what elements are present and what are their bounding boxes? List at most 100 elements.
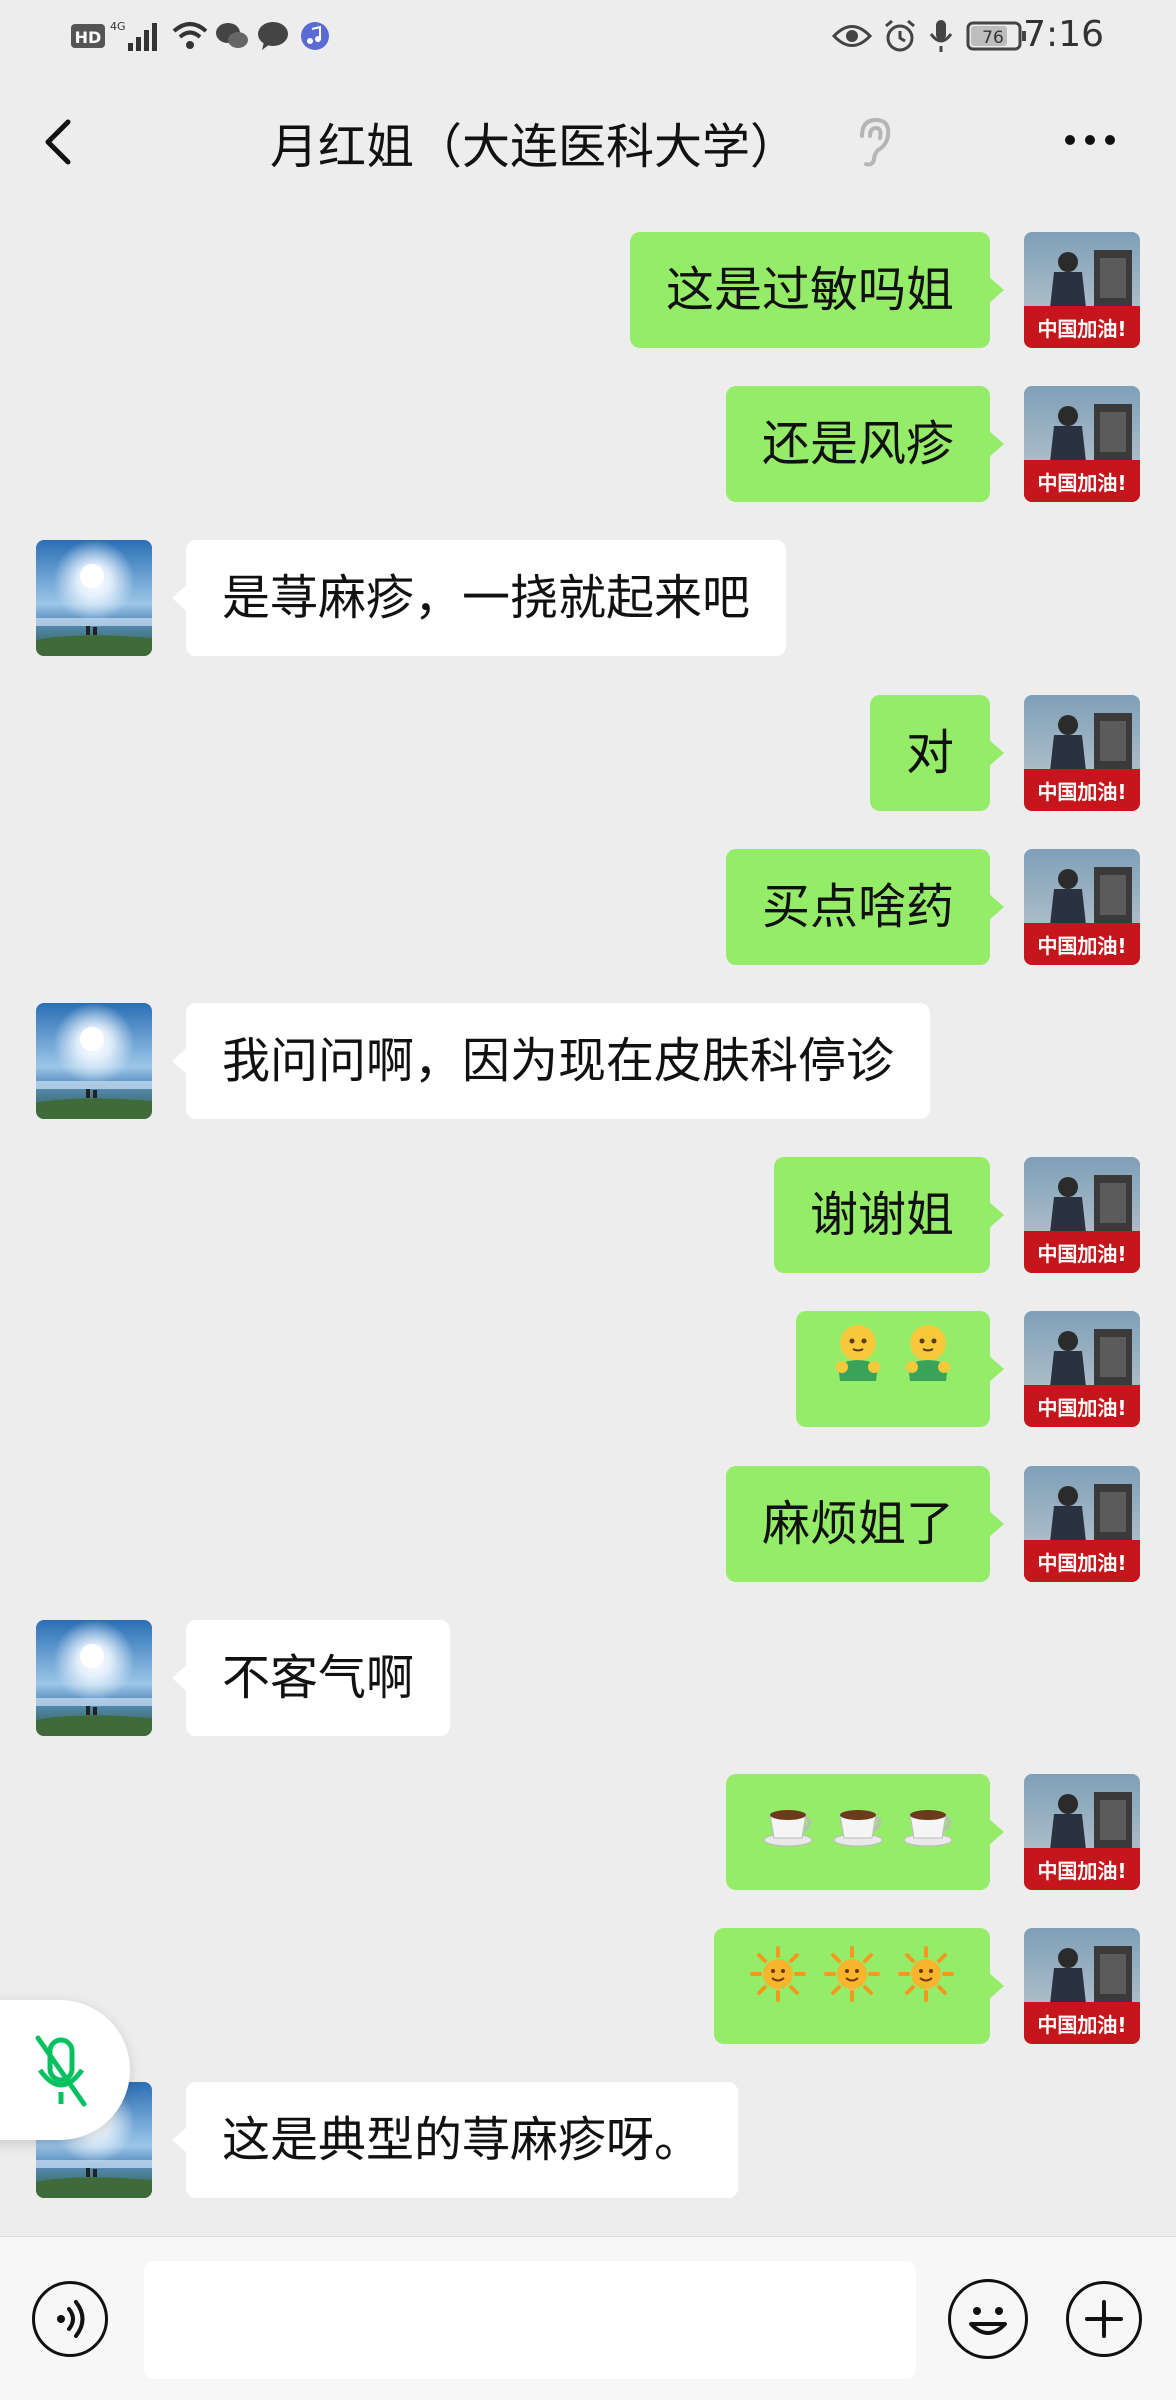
received-message-bubble[interactable]: 我问问啊，因为现在皮肤科停诊 <box>171 1003 931 1119</box>
sent-message-bubble[interactable]: 对 <box>869 695 1005 811</box>
hd-badge: HD <box>70 16 106 56</box>
my-avatar[interactable]: 中国加油! <box>1024 849 1140 965</box>
svg-text:HD: HD <box>75 28 102 47</box>
wifi-icon <box>170 16 210 56</box>
sent-message-bubble[interactable]: 麻烦姐了 <box>725 1466 1005 1582</box>
my-avatar[interactable]: 中国加油! <box>1024 1157 1140 1273</box>
message-row: 麻烦姐了中国加油! <box>0 1466 1176 1582</box>
plus-icon <box>1085 2300 1123 2338</box>
chevron-left-icon <box>45 119 71 165</box>
my-avatar[interactable]: 中国加油! <box>1024 695 1140 811</box>
sent-message-bubble[interactable] <box>796 1311 1004 1427</box>
message-text: 这是典型的荨麻疹呀。 <box>222 2112 703 2168</box>
input-bar <box>0 2236 1176 2400</box>
message-text: 这是过敏吗姐 <box>665 262 954 318</box>
message-text: 麻烦姐了 <box>761 1496 954 1552</box>
coffee-cup-emoji-icon <box>832 1774 884 1890</box>
eye-icon <box>832 16 872 56</box>
coffee-cup-emoji-icon <box>762 1774 814 1890</box>
message-row: 还是风疹中国加油! <box>0 386 1176 502</box>
avatar-caption: 中国加油! <box>1037 2013 1126 2037</box>
contact-avatar[interactable] <box>36 540 152 656</box>
alarm-icon <box>882 16 918 56</box>
contact-avatar[interactable] <box>36 1620 152 1736</box>
sent-message-bubble[interactable] <box>714 1928 1004 2044</box>
sent-message-bubble[interactable] <box>726 1774 1004 1890</box>
chat-title: 月红姐（大连医科大学） <box>270 119 799 175</box>
voice-input-icon <box>57 2300 85 2338</box>
message-text: 还是风疹 <box>761 416 954 472</box>
status-bar: HD 4G 76 7:16 <box>0 0 1176 72</box>
message-row: 中国加油! <box>0 1928 1176 2044</box>
more-dots-icon <box>1065 135 1115 145</box>
message-text: 是荨麻疹，一挠就起来吧 <box>222 570 751 626</box>
message-text: 对 <box>905 725 954 781</box>
message-text: 不客气啊 <box>222 1650 415 1706</box>
emoji-button[interactable] <box>948 2279 1028 2359</box>
emoji-message <box>762 1774 954 1890</box>
avatar-caption: 中国加油! <box>1037 1551 1126 1575</box>
mic-muted-icon <box>35 2035 87 2107</box>
green-face-hug-emoji-icon <box>902 1311 954 1427</box>
my-avatar[interactable]: 中国加油! <box>1024 1311 1140 1427</box>
voice-input-button[interactable] <box>32 2281 108 2357</box>
received-message-bubble[interactable]: 是荨麻疹，一挠就起来吧 <box>171 540 787 656</box>
earpiece-icon <box>852 116 896 168</box>
emoji-icon <box>969 2307 1007 2335</box>
received-message-bubble[interactable]: 这是典型的荨麻疹呀。 <box>171 2082 739 2198</box>
coffee-cup-emoji-icon <box>902 1774 954 1890</box>
cellular-signal-icon: 4G <box>110 16 164 56</box>
avatar-caption: 中国加油! <box>1037 1396 1126 1420</box>
wechat-icon <box>214 16 250 56</box>
more-functions-button[interactable] <box>1066 2281 1142 2357</box>
microphone-status-icon <box>928 16 954 56</box>
clock: 7:16 <box>1023 14 1104 55</box>
sent-message-bubble[interactable]: 这是过敏吗姐 <box>629 232 1005 348</box>
emoji-message <box>750 1928 954 2044</box>
my-avatar[interactable]: 中国加油! <box>1024 1466 1140 1582</box>
message-row: 这是典型的荨麻疹呀。 <box>0 2082 1176 2198</box>
sent-message-bubble[interactable]: 还是风疹 <box>725 386 1005 502</box>
message-row: 谢谢姐中国加油! <box>0 1157 1176 1273</box>
my-avatar[interactable]: 中国加油! <box>1024 1928 1140 2044</box>
message-input[interactable] <box>144 2261 916 2379</box>
music-app-icon <box>300 16 330 56</box>
avatar-caption: 中国加油! <box>1037 317 1126 341</box>
message-row: 是荨麻疹，一挠就起来吧 <box>0 540 1176 656</box>
message-row: 中国加油! <box>0 1311 1176 1427</box>
sun-face-emoji-icon <box>824 1928 880 2044</box>
floating-mic-button[interactable] <box>0 2000 130 2140</box>
message-text: 谢谢姐 <box>809 1187 954 1243</box>
avatar-caption: 中国加油! <box>1037 780 1126 804</box>
my-avatar[interactable]: 中国加油! <box>1024 232 1140 348</box>
battery-icon: 76 <box>966 16 1028 56</box>
emoji-message <box>832 1311 954 1427</box>
message-row: 我问问啊，因为现在皮肤科停诊 <box>0 1003 1176 1119</box>
sent-message-bubble[interactable]: 买点啥药 <box>725 849 1005 965</box>
back-button[interactable] <box>30 112 90 172</box>
received-message-bubble[interactable]: 不客气啊 <box>171 1620 451 1736</box>
message-text: 买点啥药 <box>761 879 954 935</box>
avatar-caption: 中国加油! <box>1037 1859 1126 1883</box>
chat-header: 月红姐（大连医科大学） <box>0 72 1176 212</box>
message-row: 买点啥药中国加油! <box>0 849 1176 965</box>
sun-face-emoji-icon <box>898 1928 954 2044</box>
avatar-caption: 中国加油! <box>1037 1242 1126 1266</box>
sent-message-bubble[interactable]: 谢谢姐 <box>773 1157 1005 1273</box>
avatar-caption: 中国加油! <box>1037 934 1126 958</box>
message-row: 中国加油! <box>0 1774 1176 1890</box>
message-row: 这是过敏吗姐中国加油! <box>0 232 1176 348</box>
avatar-caption: 中国加油! <box>1037 471 1126 495</box>
svg-text:4G: 4G <box>110 20 126 33</box>
message-row: 对中国加油! <box>0 695 1176 811</box>
more-options-button[interactable] <box>1060 120 1120 160</box>
contact-avatar[interactable] <box>36 1003 152 1119</box>
my-avatar[interactable]: 中国加油! <box>1024 386 1140 502</box>
svg-text:76: 76 <box>982 28 1004 48</box>
sun-face-emoji-icon <box>750 1928 806 2044</box>
green-face-hug-emoji-icon <box>832 1311 884 1427</box>
message-icon <box>256 16 290 56</box>
message-text: 我问问啊，因为现在皮肤科停诊 <box>222 1033 895 1089</box>
message-row: 不客气啊 <box>0 1620 1176 1736</box>
my-avatar[interactable]: 中国加油! <box>1024 1774 1140 1890</box>
